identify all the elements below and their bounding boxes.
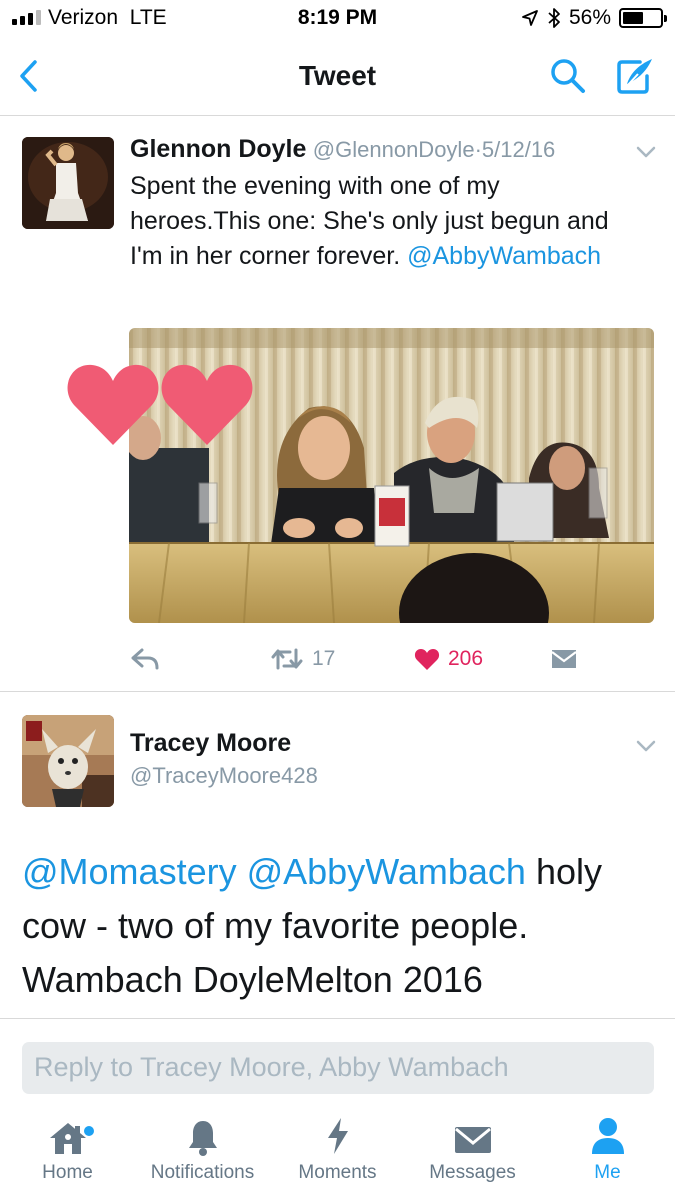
home-icon xyxy=(49,1123,86,1154)
bluetooth-icon xyxy=(548,8,560,28)
tweet-text: Spent the evening with one of my heroes.… xyxy=(130,169,630,274)
search-icon xyxy=(551,59,585,93)
search-button[interactable] xyxy=(546,54,590,98)
battery-percent: 56% xyxy=(568,6,611,29)
like-count: 206 xyxy=(448,647,484,670)
status-right: 56% xyxy=(521,6,667,30)
avatar[interactable] xyxy=(22,715,114,807)
chevron-down-icon xyxy=(636,146,656,158)
tab-notifications[interactable]: Notifications xyxy=(135,1110,270,1200)
lightning-icon xyxy=(327,1118,348,1154)
tab-label: Me xyxy=(594,1162,621,1183)
compose-button[interactable] xyxy=(612,54,658,98)
direct-message-button[interactable] xyxy=(550,641,578,677)
battery-fill xyxy=(623,12,643,24)
retweet-count: 17 xyxy=(312,647,336,670)
back-chevron-icon xyxy=(20,60,37,92)
tweet[interactable]: Glennon Doyle @GlennonDoyle·5/12/16 Spen… xyxy=(0,117,675,692)
tab-icon-wrap xyxy=(186,1110,220,1162)
mention-link[interactable]: @Momastery xyxy=(22,845,237,899)
tab-label: Moments xyxy=(298,1162,377,1183)
tab-moments[interactable]: Moments xyxy=(270,1110,405,1200)
like-button[interactable]: 206 xyxy=(414,641,483,677)
back-button[interactable] xyxy=(6,52,50,100)
mention-link[interactable]: @AbbyWambach xyxy=(247,845,526,899)
avatar[interactable] xyxy=(22,137,114,229)
tab-label: Notifications xyxy=(150,1162,255,1183)
tweet-date: 5/12/16 xyxy=(481,137,556,162)
bell-icon xyxy=(188,1121,217,1156)
tab-messages[interactable]: Messages xyxy=(405,1110,540,1200)
retweet-icon xyxy=(271,648,303,670)
tab-bar: Home Notifications Moments Messages Me xyxy=(0,1110,675,1200)
tab-icon-wrap xyxy=(453,1110,493,1162)
separator: · xyxy=(474,137,482,162)
location-arrow-icon xyxy=(522,10,538,26)
navigation-bar: Tweet xyxy=(0,40,675,116)
heart-sticker-icon xyxy=(161,364,253,445)
mention-link[interactable]: @AbbyWambach xyxy=(407,239,601,274)
reply-input[interactable]: Reply to Tracey Moore, Abby Wambach xyxy=(22,1042,654,1094)
avatar-image xyxy=(22,137,114,229)
author-name[interactable]: Glennon Doyle xyxy=(130,135,306,163)
tweet-header: Glennon Doyle @GlennonDoyle·5/12/16 xyxy=(130,135,555,164)
author-name[interactable]: Tracey Moore xyxy=(130,729,291,758)
tweet-text: @Momastery @AbbyWambach holy cow - two o… xyxy=(22,845,652,1007)
tweet-menu-button[interactable] xyxy=(632,141,660,163)
tab-home[interactable]: Home xyxy=(0,1110,135,1200)
tab-icon-wrap xyxy=(325,1110,351,1162)
envelope-icon xyxy=(454,1127,491,1153)
tab-label: Messages xyxy=(429,1162,516,1183)
reply-icon xyxy=(131,648,159,670)
person-icon xyxy=(591,1118,624,1154)
tweet-actions: 17 206 xyxy=(0,629,675,689)
author-handle[interactable]: @TraceyMoore428 xyxy=(130,763,318,789)
tab-me[interactable]: Me xyxy=(540,1110,675,1200)
tab-label: Home xyxy=(42,1162,93,1183)
heart-filled-icon xyxy=(414,649,440,670)
battery-icon xyxy=(619,8,667,28)
reply-button[interactable] xyxy=(130,641,160,677)
unread-badge xyxy=(83,1126,94,1136)
status-bar: Verizon LTE 8:19 PM 56% xyxy=(0,0,675,38)
heart-sticker-icon xyxy=(67,364,159,445)
author-handle[interactable]: @GlennonDoyle xyxy=(313,137,475,162)
tweet-menu-button[interactable] xyxy=(632,735,660,757)
reply-tweet[interactable]: Tracey Moore @TraceyMoore428 @Momastery … xyxy=(0,693,675,1019)
tab-icon-wrap xyxy=(48,1110,94,1162)
retweet-button[interactable]: 17 xyxy=(270,641,335,677)
envelope-icon xyxy=(551,650,577,668)
tab-icon-wrap xyxy=(589,1110,627,1162)
avatar-image xyxy=(22,715,114,807)
compose-icon xyxy=(617,59,652,94)
chevron-down-icon xyxy=(636,740,656,752)
